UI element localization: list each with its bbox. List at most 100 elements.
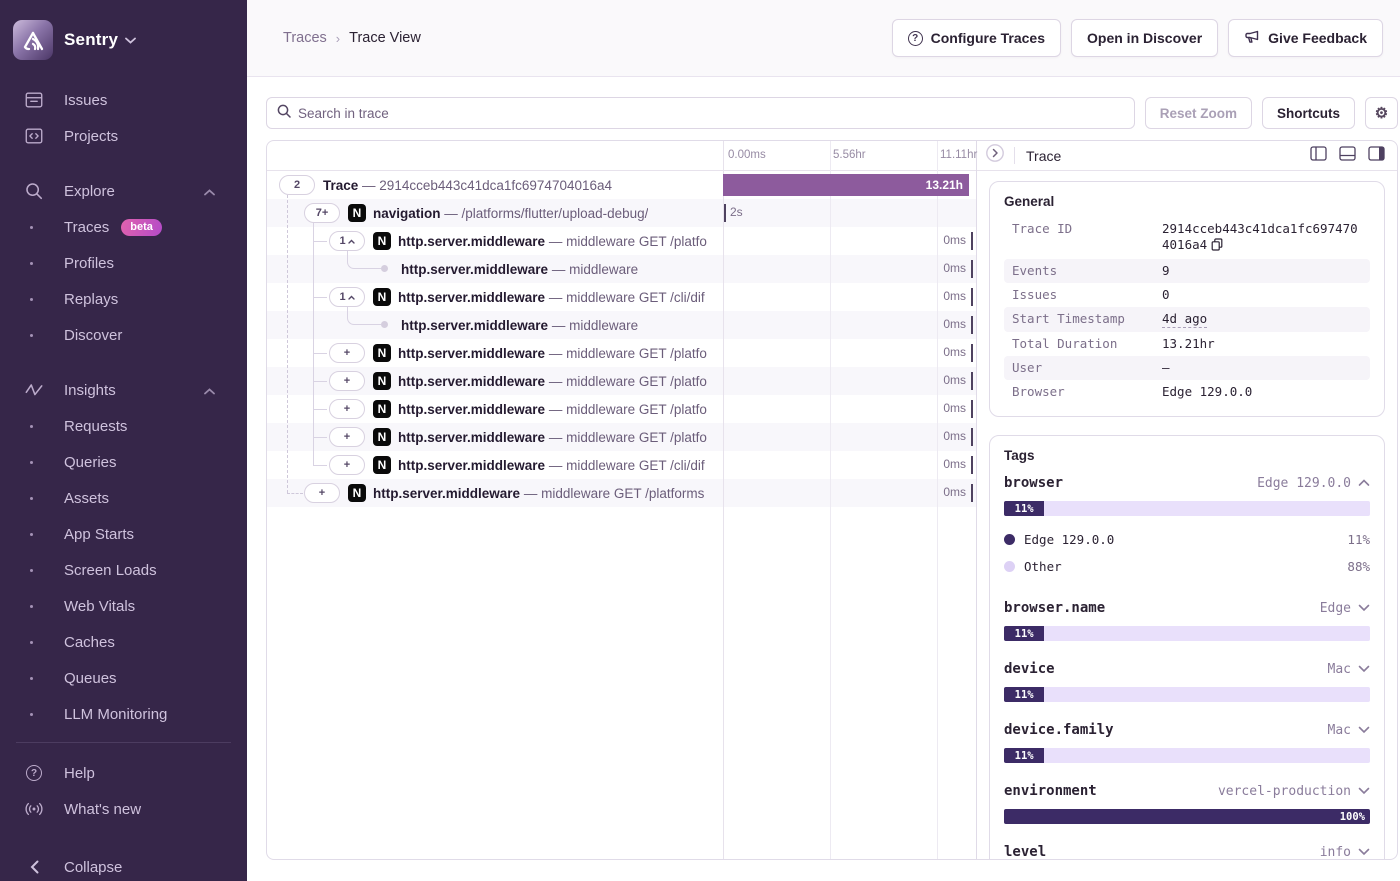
nextjs-icon <box>373 400 391 418</box>
open-in-discover-button[interactable]: Open in Discover <box>1071 19 1218 57</box>
sidebar-item-profiles[interactable]: Profiles <box>0 245 247 281</box>
tag-distribution-bar[interactable]: 11% <box>1004 626 1370 641</box>
tag-header[interactable]: browser Edge 129.0.0 <box>1004 471 1370 495</box>
sidebar-item-what-s-new[interactable]: What's new <box>0 791 247 827</box>
axis-tick-label: 0.00ms <box>728 149 766 161</box>
expand-toggle[interactable]: + <box>329 371 365 391</box>
sidebar-item-help[interactable]: Help <box>0 755 247 791</box>
sidebar-item-assets[interactable]: Assets <box>0 480 247 516</box>
tag-header[interactable]: device.family Mac <box>1004 718 1370 742</box>
breadcrumb-trace-view: Trace View <box>349 30 421 46</box>
trace-row[interactable]: +http.server.middleware — middleware GET… <box>267 479 976 507</box>
help-icon <box>24 765 44 781</box>
trace-row[interactable]: +http.server.middleware — middleware GET… <box>267 395 976 423</box>
sentry-logo-icon <box>13 20 53 60</box>
sidebar-item-llm-monitoring[interactable]: LLM Monitoring <box>0 696 247 732</box>
sidebar-item-caches[interactable]: Caches <box>0 624 247 660</box>
sidebar-item-queues[interactable]: Queues <box>0 660 247 696</box>
sidebar-item-projects[interactable]: Projects <box>0 118 247 154</box>
trace-row[interactable]: 7+navigation — /platforms/flutter/upload… <box>267 199 976 227</box>
chevron-down-icon <box>1358 601 1370 616</box>
span-duration-label: 0ms <box>943 401 966 415</box>
search-icon <box>24 181 44 201</box>
sidebar-item-replays[interactable]: Replays <box>0 281 247 317</box>
general-row-start-timestamp: Start Timestamp4d ago <box>1004 307 1370 332</box>
sidebar-item-traces[interactable]: Tracesbeta <box>0 209 247 245</box>
span-duration-bar[interactable]: 13.21h <box>723 174 969 196</box>
general-row-events: Events9 <box>1004 259 1370 283</box>
chevron-right-circle-icon[interactable] <box>985 143 1005 168</box>
expand-toggle[interactable]: + <box>304 483 340 503</box>
trace-row[interactable]: http.server.middleware — middleware0ms <box>267 311 976 339</box>
span-duration-label: 0ms <box>943 317 966 331</box>
tag-header[interactable]: browser.name Edge <box>1004 596 1370 620</box>
legend-swatch-icon <box>1004 534 1015 545</box>
trace-row[interactable]: 1http.server.middleware — middleware GET… <box>267 283 976 311</box>
expand-toggle[interactable]: 2 <box>279 175 315 195</box>
expand-toggle[interactable]: + <box>329 427 365 447</box>
trace-toolbar: Reset Zoom Shortcuts ⚙ <box>266 97 1398 129</box>
shortcuts-button[interactable]: Shortcuts <box>1262 97 1355 129</box>
span-tick <box>971 316 973 334</box>
give-feedback-button[interactable]: Give Feedback <box>1228 19 1383 57</box>
breadcrumb-traces[interactable]: Traces <box>283 30 327 46</box>
settings-gear-button[interactable]: ⚙ <box>1365 97 1398 129</box>
reset-zoom-button[interactable]: Reset Zoom <box>1145 97 1252 129</box>
trace-row[interactable]: 1http.server.middleware — middleware GET… <box>267 227 976 255</box>
page-header: Traces › Trace View Configure Traces Ope… <box>247 0 1400 77</box>
trace-row[interactable]: +http.server.middleware — middleware GET… <box>267 423 976 451</box>
expand-toggle[interactable]: + <box>329 399 365 419</box>
sidebar-item-screen-loads[interactable]: Screen Loads <box>0 552 247 588</box>
configure-traces-button[interactable]: Configure Traces <box>892 19 1061 57</box>
trace-row[interactable]: +http.server.middleware — middleware GET… <box>267 451 976 479</box>
expand-toggle[interactable]: + <box>329 455 365 475</box>
expand-toggle[interactable]: + <box>329 343 365 363</box>
general-row-user: User— <box>1004 356 1370 380</box>
span-tick <box>971 428 973 446</box>
span-tick <box>971 400 973 418</box>
general-card: General Trace ID2914cceb443c41dca1fc6974… <box>989 181 1385 417</box>
general-title: General <box>1004 194 1370 209</box>
tag-distribution-bar[interactable]: 11% <box>1004 501 1370 516</box>
tag-distribution-bar[interactable]: 11% <box>1004 748 1370 763</box>
bullet-icon <box>30 226 33 229</box>
chevron-down-icon <box>1358 662 1370 677</box>
sidebar-item-issues[interactable]: Issues <box>0 82 247 118</box>
trace-row[interactable]: 2Trace — 2914cceb443c41dca1fc6974704016a… <box>267 171 976 199</box>
trace-row[interactable]: http.server.middleware — middleware0ms <box>267 255 976 283</box>
trace-row[interactable]: +http.server.middleware — middleware GET… <box>267 339 976 367</box>
chevron-up-icon <box>204 382 215 399</box>
layout-left-icon[interactable] <box>1310 146 1327 166</box>
layout-bottom-icon[interactable] <box>1339 146 1356 166</box>
tag-header[interactable]: level info <box>1004 840 1370 859</box>
nextjs-icon <box>373 428 391 446</box>
tag-header[interactable]: device Mac <box>1004 657 1370 681</box>
chevron-left-icon <box>24 860 44 874</box>
tag-header[interactable]: environment vercel-production <box>1004 779 1370 803</box>
expand-toggle[interactable]: 1 <box>329 287 365 307</box>
span-duration-label: 0ms <box>943 429 966 443</box>
sidebar-item-app-starts[interactable]: App Starts <box>0 516 247 552</box>
nextjs-icon <box>373 456 391 474</box>
trace-row[interactable]: +http.server.middleware — middleware GET… <box>267 367 976 395</box>
sidebar-item-queries[interactable]: Queries <box>0 444 247 480</box>
tag-distribution-bar[interactable]: 11% <box>1004 687 1370 702</box>
waterfall-header: 0.00ms5.56hr11.11hr <box>267 141 976 171</box>
span-duration-label: 0ms <box>943 261 966 275</box>
expand-toggle[interactable]: 1 <box>329 231 365 251</box>
sidebar-item-discover[interactable]: Discover <box>0 317 247 353</box>
span-duration-label: 0ms <box>943 345 966 359</box>
span-tick <box>971 260 973 278</box>
main-content: Traces › Trace View Configure Traces Ope… <box>247 0 1400 881</box>
sidebar-section-explore[interactable]: Explore <box>0 173 247 209</box>
sidebar-item-requests[interactable]: Requests <box>0 408 247 444</box>
collapse-button[interactable]: Collapse <box>0 849 247 881</box>
sidebar-section-insights[interactable]: Insights <box>0 372 247 408</box>
expand-toggle[interactable]: 7+ <box>304 203 340 223</box>
tag-distribution-bar[interactable]: 100% <box>1004 809 1370 824</box>
copy-icon[interactable] <box>1211 238 1223 255</box>
org-switcher[interactable]: Sentry <box>0 0 247 82</box>
layout-right-icon[interactable] <box>1368 146 1385 166</box>
sidebar-item-web-vitals[interactable]: Web Vitals <box>0 588 247 624</box>
search-input[interactable] <box>298 106 1124 121</box>
